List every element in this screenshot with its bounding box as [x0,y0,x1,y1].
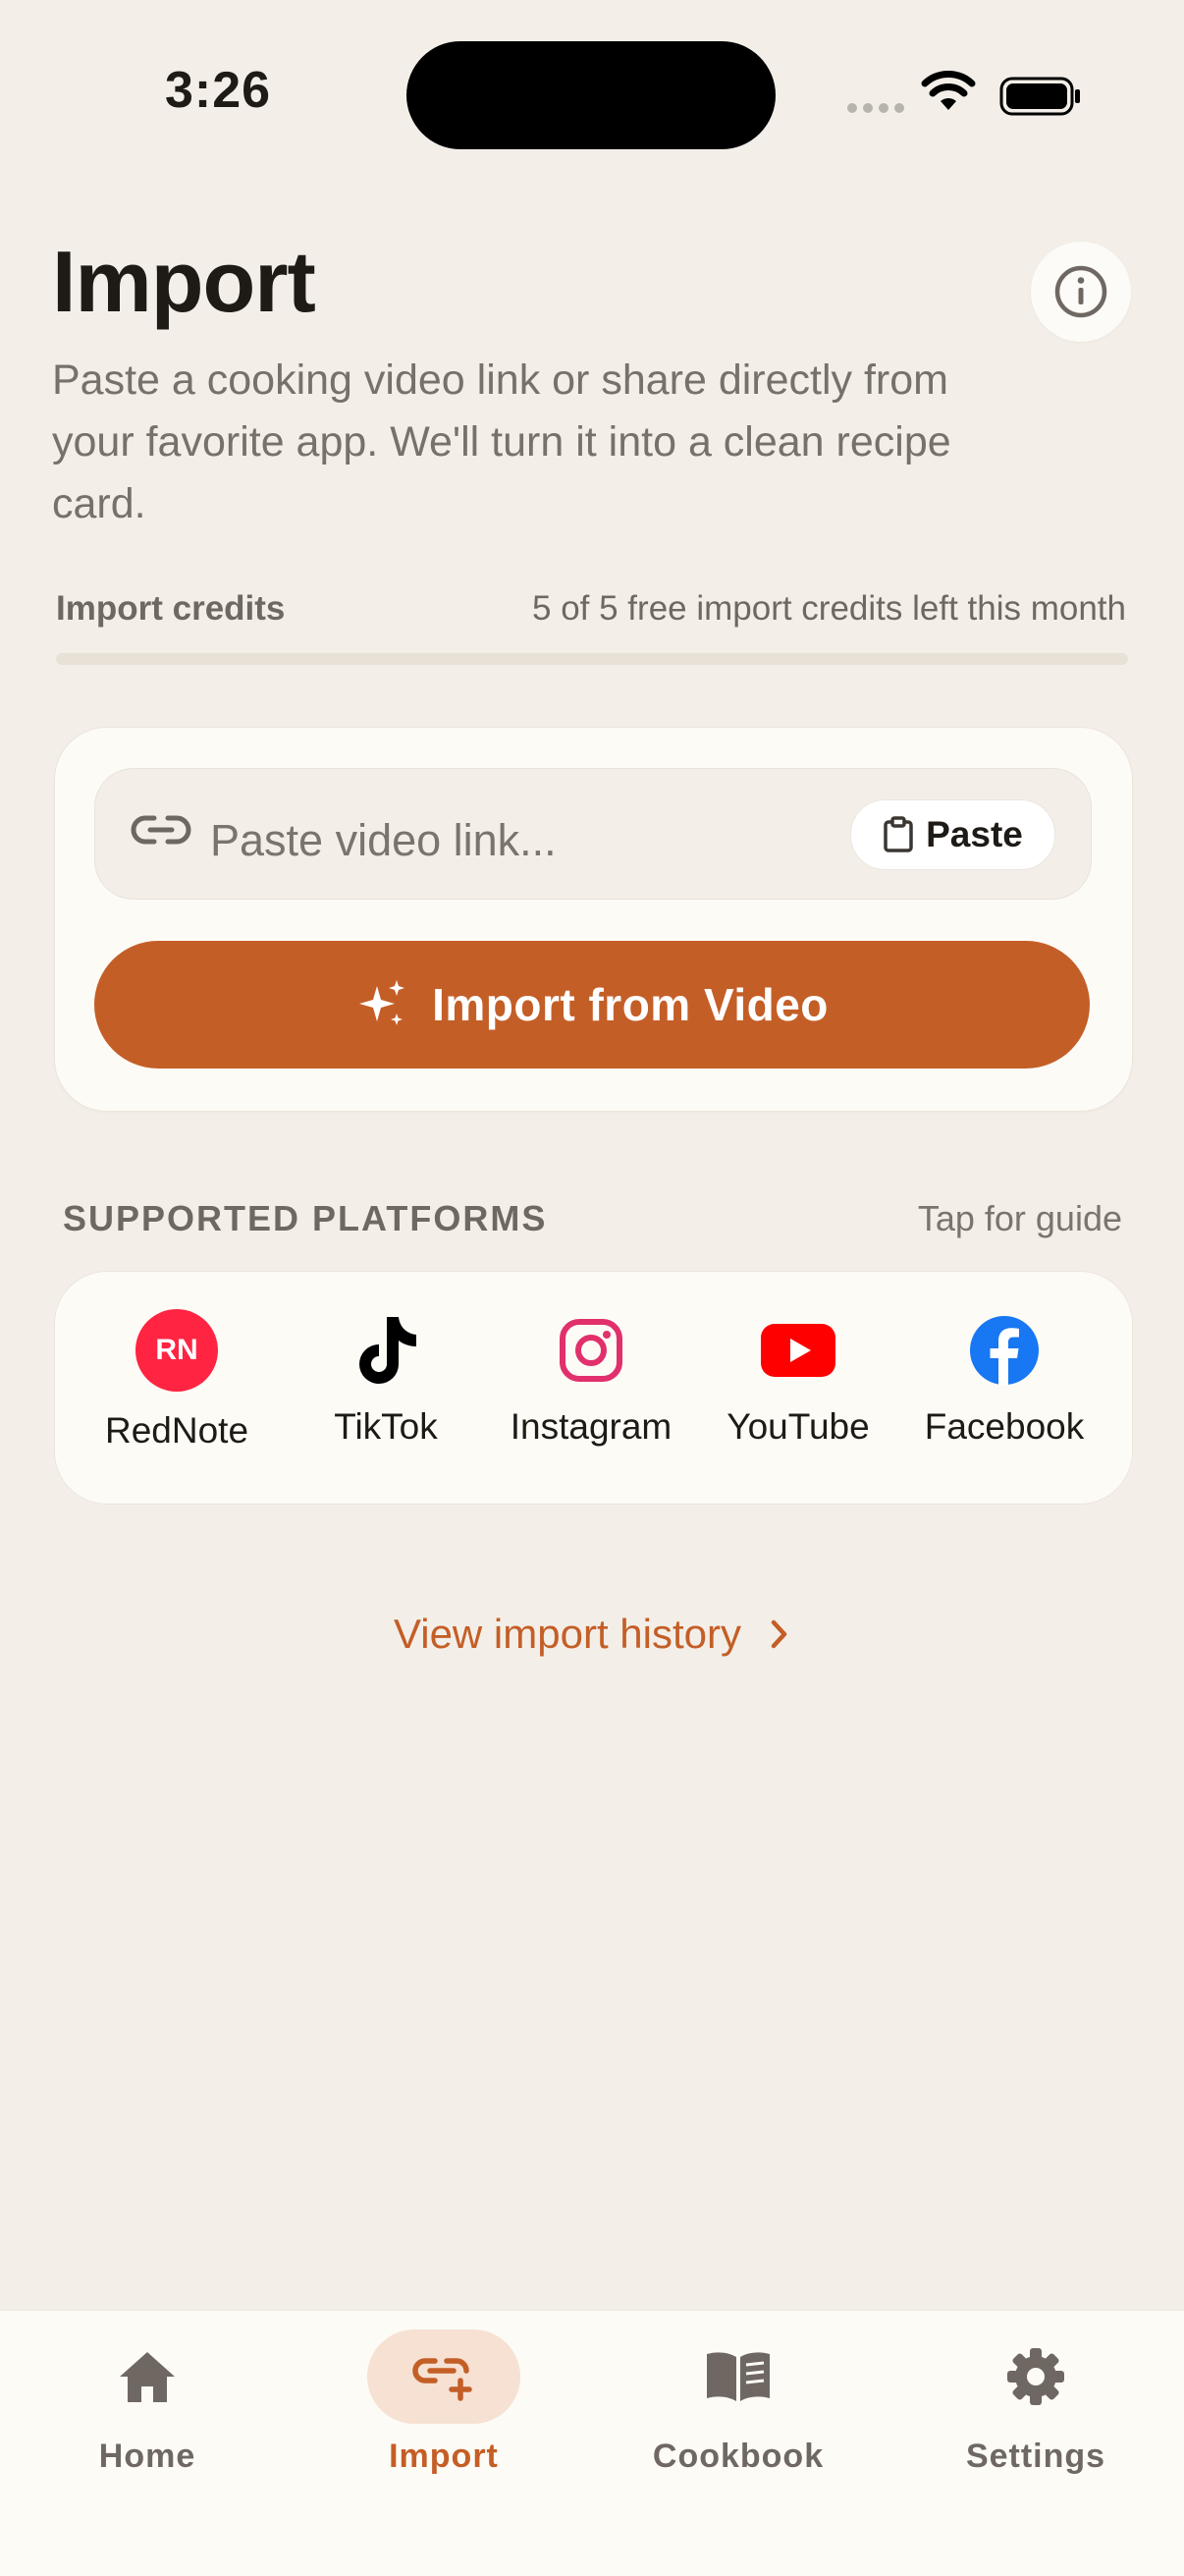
page-subtitle: Paste a cooking video link or share dire… [52,356,951,527]
sparkles-icon [359,980,405,1025]
paste-button[interactable]: Paste [850,799,1055,870]
tab-label: Cookbook [652,2438,825,2475]
import-button-label: Import from Video [432,979,829,1030]
info-icon [1054,265,1107,318]
tab-settings[interactable]: Settings [938,2329,1134,2476]
chevron-right-icon [771,1619,787,1649]
gear-icon [1007,2348,1064,2405]
dynamic-island [406,41,776,149]
rednote-icon: RN [135,1309,218,1392]
page-title: Import [52,233,316,330]
instagram-icon [560,1319,622,1382]
tab-label: Home [98,2438,196,2475]
history-link-label: View import history [393,1611,741,1657]
platform-rednote[interactable]: RN RedNote [74,1306,280,1452]
platform-label: Instagram [510,1406,673,1447]
cellular-signal-icon [847,103,904,113]
platform-label: RedNote [104,1410,249,1451]
import-from-video-button[interactable]: Import from Video [94,941,1090,1069]
link-icon [131,808,191,856]
info-button[interactable] [1031,242,1131,342]
tab-label: Import [389,2438,499,2475]
status-time: 3:26 [165,62,272,119]
tab-cookbook[interactable]: Cookbook [640,2329,836,2476]
platform-youtube[interactable]: YouTube [695,1306,901,1448]
tab-label: Settings [965,2438,1106,2475]
tab-import[interactable]: Import [346,2329,542,2476]
book-icon [707,2352,770,2401]
youtube-icon [761,1324,835,1377]
platform-instagram[interactable]: Instagram [488,1306,694,1448]
platform-label: Facebook [924,1406,1085,1447]
supported-platforms-heading: SUPPORTED PLATFORMS [63,1198,548,1238]
view-import-history-link[interactable]: View import history [0,1611,1184,1658]
platform-guide-link[interactable]: Tap for guide [918,1198,1122,1239]
video-link-input[interactable] [210,811,838,870]
facebook-icon [970,1316,1039,1385]
home-icon [120,2352,175,2402]
platform-tiktok[interactable]: TikTok [283,1306,489,1448]
clipboard-icon [884,816,913,852]
tiktok-icon [359,1317,416,1384]
credits-label: Import credits [56,589,286,628]
wifi-icon [921,71,976,119]
platform-label: TikTok [334,1406,438,1447]
battery-icon [999,77,1082,121]
credits-progress-bar [56,653,1128,665]
platform-facebook[interactable]: Facebook [901,1306,1107,1448]
credits-remaining-text: 5 of 5 free import credits left this mon… [532,589,1126,628]
import-link-icon [412,2358,472,2401]
tab-home[interactable]: Home [49,2329,245,2476]
paste-button-label: Paste [926,814,1023,854]
platform-label: YouTube [727,1406,870,1447]
